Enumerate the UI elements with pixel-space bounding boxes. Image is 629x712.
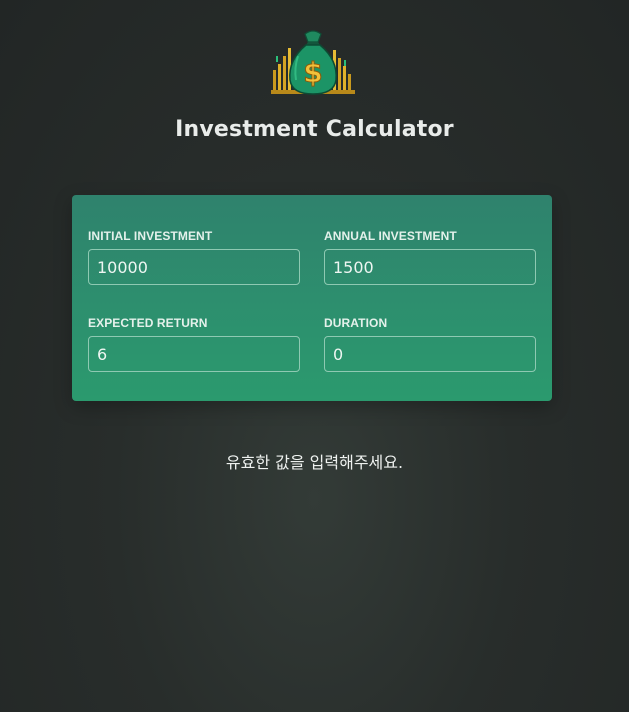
initial-investment-label: INITIAL INVESTMENT [88, 229, 213, 243]
expected-return-label: EXPECTED RETURN [88, 316, 208, 330]
duration-field: DURATION [324, 315, 536, 372]
svg-text:$: $ [303, 56, 322, 89]
initial-investment-input[interactable] [88, 249, 300, 285]
page-title: Investment Calculator [175, 117, 454, 142]
expected-return-field: EXPECTED RETURN [88, 315, 300, 372]
money-bag-dollar-icon: $ [271, 30, 355, 95]
annual-investment-label: ANNUAL INVESTMENT [324, 229, 457, 243]
expected-return-input[interactable] [88, 336, 300, 372]
initial-investment-field: INITIAL INVESTMENT [88, 228, 300, 285]
duration-input[interactable] [324, 336, 536, 372]
annual-investment-input[interactable] [324, 249, 536, 285]
input-card: INITIAL INVESTMENT ANNUAL INVESTMENT EXP… [72, 195, 552, 401]
duration-label: DURATION [324, 316, 388, 330]
validation-message: 유효한 값을 입력해주세요. [225, 453, 404, 472]
annual-investment-field: ANNUAL INVESTMENT [324, 228, 536, 285]
